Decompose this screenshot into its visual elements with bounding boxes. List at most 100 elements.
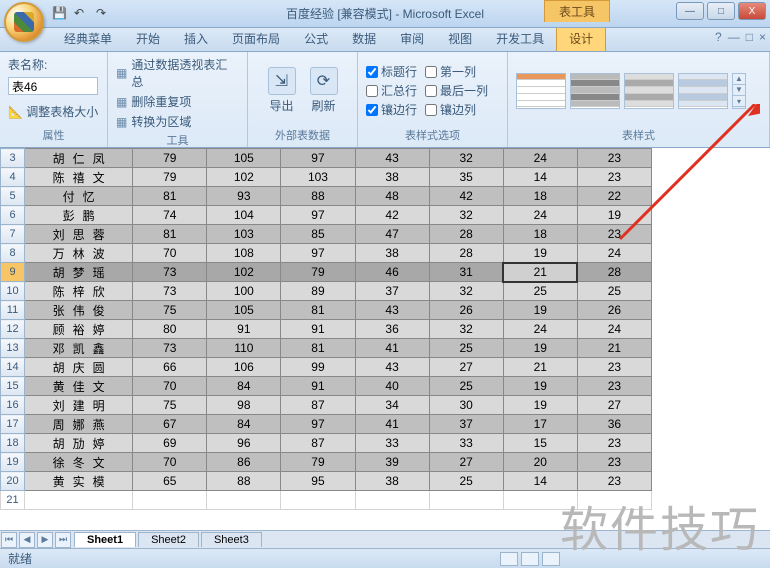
- cell[interactable]: 32: [429, 320, 503, 339]
- table-row[interactable]: 8万林波701089738281924: [1, 244, 652, 263]
- cell[interactable]: 27: [429, 358, 503, 377]
- cell[interactable]: 91: [281, 377, 355, 396]
- checkbox-input[interactable]: [366, 66, 378, 78]
- row-header[interactable]: 15: [1, 377, 25, 396]
- checkbox-第一列[interactable]: 第一列: [425, 63, 476, 80]
- cell[interactable]: 19: [503, 339, 577, 358]
- cell[interactable]: 40: [355, 377, 429, 396]
- cell[interactable]: 39: [355, 453, 429, 472]
- cell[interactable]: 91: [281, 320, 355, 339]
- cell[interactable]: 81: [133, 187, 207, 206]
- view-layout-icon[interactable]: [521, 552, 539, 566]
- cell[interactable]: 75: [133, 396, 207, 415]
- tab-nav-prev-icon[interactable]: ◀: [19, 532, 35, 548]
- cell[interactable]: 18: [503, 187, 577, 206]
- cell[interactable]: 81: [281, 339, 355, 358]
- cell[interactable]: 刘思蓉: [25, 225, 133, 244]
- tab-视图[interactable]: 视图: [436, 26, 484, 51]
- table-row[interactable]: 3胡仁凤791059743322423: [1, 149, 652, 168]
- view-normal-icon[interactable]: [500, 552, 518, 566]
- cell[interactable]: 73: [133, 282, 207, 301]
- checkbox-汇总行[interactable]: 汇总行: [366, 82, 417, 99]
- checkbox-input[interactable]: [425, 66, 437, 78]
- cell[interactable]: 43: [355, 358, 429, 377]
- table-row[interactable]: 21: [1, 491, 652, 510]
- row-header[interactable]: 10: [1, 282, 25, 301]
- cell[interactable]: 25: [429, 377, 503, 396]
- table-row[interactable]: 11张伟俊751058143261926: [1, 301, 652, 320]
- row-header[interactable]: 8: [1, 244, 25, 263]
- cell[interactable]: 23: [577, 225, 651, 244]
- cell[interactable]: 85: [281, 225, 355, 244]
- cell[interactable]: 万林波: [25, 244, 133, 263]
- cell[interactable]: 33: [429, 434, 503, 453]
- cell[interactable]: 胡梦瑶: [25, 263, 133, 282]
- tab-nav-first-icon[interactable]: ⏮: [1, 532, 17, 548]
- cell[interactable]: 陈禧文: [25, 168, 133, 187]
- cell[interactable]: 88: [281, 187, 355, 206]
- cell[interactable]: 24: [503, 320, 577, 339]
- tab-审阅[interactable]: 审阅: [388, 26, 436, 51]
- mdi-close-icon[interactable]: ×: [759, 30, 766, 44]
- checkbox-标题行[interactable]: 标题行: [366, 63, 417, 80]
- cell[interactable]: 31: [429, 263, 503, 282]
- cell[interactable]: 21: [503, 358, 577, 377]
- cell[interactable]: 102: [207, 263, 281, 282]
- tab-开始[interactable]: 开始: [124, 26, 172, 51]
- cell[interactable]: 37: [429, 415, 503, 434]
- row-header[interactable]: 17: [1, 415, 25, 434]
- tab-插入[interactable]: 插入: [172, 26, 220, 51]
- row-header[interactable]: 13: [1, 339, 25, 358]
- tab-nav-next-icon[interactable]: ▶: [37, 532, 53, 548]
- checkbox-input[interactable]: [425, 104, 437, 116]
- cell[interactable]: 97: [281, 206, 355, 225]
- cell[interactable]: 97: [281, 244, 355, 263]
- cell[interactable]: 35: [429, 168, 503, 187]
- cell[interactable]: 胡仁凤: [25, 149, 133, 168]
- cell[interactable]: 23: [577, 472, 651, 491]
- cell[interactable]: 43: [355, 149, 429, 168]
- table-row[interactable]: 20黄实模65889538251423: [1, 472, 652, 491]
- cell[interactable]: 87: [281, 434, 355, 453]
- cell[interactable]: 36: [355, 320, 429, 339]
- table-row[interactable]: 17周娜燕67849741371736: [1, 415, 652, 434]
- row-header[interactable]: 14: [1, 358, 25, 377]
- cell[interactable]: 32: [429, 149, 503, 168]
- office-button[interactable]: [4, 2, 44, 42]
- cell[interactable]: 87: [281, 396, 355, 415]
- cell[interactable]: 42: [355, 206, 429, 225]
- cell[interactable]: 33: [355, 434, 429, 453]
- tool-item[interactable]: 通过数据透视表汇总: [116, 56, 239, 90]
- cell[interactable]: 徐冬文: [25, 453, 133, 472]
- cell[interactable]: 46: [355, 263, 429, 282]
- cell[interactable]: 80: [133, 320, 207, 339]
- cell[interactable]: 48: [355, 187, 429, 206]
- cell[interactable]: 张伟俊: [25, 301, 133, 320]
- refresh-button[interactable]: ⟳刷新: [310, 67, 338, 114]
- table-row[interactable]: 18胡劢婷69968733331523: [1, 434, 652, 453]
- sheet-tab-Sheet1[interactable]: Sheet1: [74, 532, 136, 547]
- cell[interactable]: 73: [133, 263, 207, 282]
- cell[interactable]: 79: [281, 263, 355, 282]
- cell[interactable]: 19: [577, 206, 651, 225]
- table-row[interactable]: 13邓凯鑫731108141251921: [1, 339, 652, 358]
- cell[interactable]: [355, 491, 429, 510]
- cell[interactable]: 26: [577, 301, 651, 320]
- cell[interactable]: 30: [429, 396, 503, 415]
- cell[interactable]: 24: [503, 206, 577, 225]
- cell[interactable]: 邓凯鑫: [25, 339, 133, 358]
- tool-item[interactable]: 转换为区域: [116, 113, 191, 130]
- cell[interactable]: 97: [281, 415, 355, 434]
- cell[interactable]: 70: [133, 244, 207, 263]
- cell[interactable]: 84: [207, 415, 281, 434]
- table-row[interactable]: 4陈禧文7910210338351423: [1, 168, 652, 187]
- cell[interactable]: 74: [133, 206, 207, 225]
- cell[interactable]: [577, 491, 651, 510]
- style-thumb[interactable]: [516, 73, 566, 109]
- table-row[interactable]: 16刘建明75988734301927: [1, 396, 652, 415]
- cell[interactable]: 105: [207, 149, 281, 168]
- mdi-restore-icon[interactable]: □: [746, 30, 753, 44]
- maximize-button[interactable]: □: [707, 2, 735, 20]
- row-header[interactable]: 18: [1, 434, 25, 453]
- row-header[interactable]: 12: [1, 320, 25, 339]
